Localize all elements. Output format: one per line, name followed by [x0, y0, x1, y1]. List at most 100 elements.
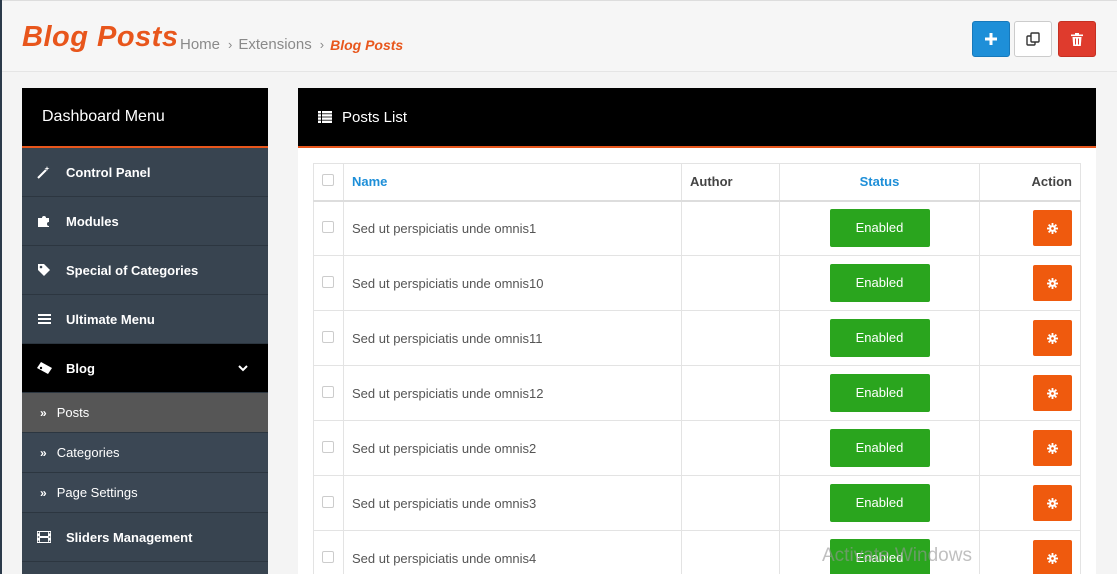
table-row: Sed ut perspiciatis unde omnis1 Enabled [313, 200, 1081, 256]
post-name: Sed ut perspiciatis unde omnis2 [343, 420, 682, 476]
chevron-down-icon[interactable] [238, 360, 248, 375]
trash-icon [1071, 32, 1083, 46]
post-author [681, 475, 780, 531]
sidebar-subitem-posts[interactable]: » Posts [22, 393, 268, 433]
row-checkbox[interactable] [322, 220, 334, 233]
edit-post-button[interactable] [1033, 265, 1072, 301]
table-row: Sed ut perspiciatis unde omnis12 Enabled [313, 365, 1081, 421]
gear-icon [1047, 442, 1058, 454]
windows-activation-watermark: Activate Windows [822, 545, 972, 566]
column-author: Author [681, 163, 780, 202]
delete-button[interactable] [1058, 21, 1096, 57]
column-status[interactable]: Status [779, 163, 980, 202]
sidebar-item-control-panel[interactable]: Control Panel [22, 148, 268, 197]
list-icon [318, 111, 332, 123]
post-name: Sed ut perspiciatis unde omnis11 [343, 310, 682, 366]
gear-icon [1047, 497, 1058, 509]
panel-header: Posts List [298, 88, 1096, 148]
row-checkbox[interactable] [322, 550, 334, 563]
edit-post-button[interactable] [1033, 210, 1072, 247]
page-title: Blog Posts [22, 21, 179, 53]
sidebar-item-label: Blog [66, 360, 95, 376]
row-checkbox[interactable] [322, 275, 334, 288]
status-toggle-button[interactable]: Enabled [829, 209, 930, 248]
column-name[interactable]: Name [343, 163, 682, 202]
film-icon [36, 529, 52, 545]
sidebar-item-label: Special of Categories [66, 262, 199, 278]
row-checkbox[interactable] [322, 385, 334, 398]
sidebar-subitem-page-settings[interactable]: » Page Settings [22, 473, 268, 513]
sidebar-item-blog[interactable]: Blog [22, 344, 268, 393]
row-checkbox[interactable] [322, 330, 334, 343]
edit-post-button[interactable] [1033, 485, 1072, 521]
status-toggle-button[interactable]: Enabled [829, 484, 930, 522]
table-row: Sed ut perspiciatis unde omnis11 Enabled [313, 310, 1081, 366]
sidebar-item-modules[interactable]: Modules [22, 197, 268, 246]
sidebar-item-label: Modules [66, 213, 119, 229]
action-cell [979, 365, 1081, 421]
post-name: Sed ut perspiciatis unde omnis4 [343, 530, 682, 574]
table-row: Sed ut perspiciatis unde omnis10 Enabled [313, 255, 1081, 311]
breadcrumb-separator: › [228, 37, 233, 52]
breadcrumb-current: Blog Posts [330, 36, 404, 53]
post-name: Sed ut perspiciatis unde omnis1 [343, 200, 682, 256]
magic-wand-icon [36, 164, 52, 180]
row-select-cell [313, 255, 344, 311]
status-cell: Enabled [779, 365, 980, 421]
sidebar-subitem-label: Page Settings [56, 485, 138, 500]
ticket-icon [36, 360, 52, 376]
row-checkbox[interactable] [322, 440, 334, 453]
breadcrumb-home[interactable]: Home [180, 36, 220, 53]
sidebar-subitem-label: Posts [56, 405, 90, 420]
sidebar-item-label: Ultimate Menu [66, 311, 155, 327]
table-row: Sed ut perspiciatis unde omnis2 Enabled [313, 420, 1081, 476]
gear-icon [1047, 222, 1058, 234]
gear-icon [1047, 277, 1058, 289]
edit-post-button[interactable] [1033, 430, 1072, 466]
status-cell: Enabled [779, 310, 980, 366]
row-select-cell [313, 365, 344, 421]
row-select-cell [313, 420, 344, 476]
action-cell [979, 475, 1081, 531]
sidebar-subitem-categories[interactable]: » Categories [22, 433, 268, 473]
post-name: Sed ut perspiciatis unde omnis10 [343, 255, 682, 311]
sidebar-item-label: Sliders Management [66, 529, 193, 545]
breadcrumb-extensions[interactable]: Extensions [238, 36, 311, 53]
sidebar-item-special-categories[interactable]: Special of Categories [22, 246, 268, 295]
add-button[interactable] [972, 21, 1010, 57]
edit-post-button[interactable] [1033, 320, 1072, 356]
status-toggle-button[interactable]: Enabled [829, 429, 930, 467]
post-author [681, 255, 780, 311]
copy-icon [1026, 32, 1040, 46]
sidebar-item-ultimate-menu[interactable]: Ultimate Menu [22, 295, 268, 344]
edit-post-button[interactable] [1033, 375, 1072, 411]
select-all-cell [313, 163, 344, 202]
sidebar-item-sliders-management[interactable]: Sliders Management [22, 513, 268, 562]
action-cell [979, 420, 1081, 476]
edit-post-button[interactable] [1033, 540, 1072, 574]
plus-icon [985, 33, 997, 45]
action-cell [979, 255, 1081, 311]
status-toggle-button[interactable]: Enabled [829, 319, 930, 357]
post-author [681, 530, 780, 574]
panel-title: Posts List [342, 108, 408, 126]
sidebar-subitem-label: Categories [56, 445, 120, 460]
status-cell: Enabled [779, 255, 980, 311]
gear-icon [1047, 332, 1058, 344]
column-action: Action [979, 163, 1081, 202]
row-select-cell [313, 200, 344, 256]
post-name: Sed ut perspiciatis unde omnis12 [343, 365, 682, 421]
copy-button[interactable] [1014, 21, 1052, 57]
action-cell [979, 530, 1081, 574]
select-all-checkbox[interactable] [322, 174, 334, 187]
posts-table: Name Author Status Action Sed ut perspic… [313, 163, 1081, 574]
row-select-cell [313, 475, 344, 531]
row-checkbox[interactable] [322, 495, 334, 508]
post-author [681, 365, 780, 421]
post-author [681, 200, 780, 256]
double-chevron-right-icon: » [40, 405, 47, 420]
status-toggle-button[interactable]: Enabled [829, 264, 930, 302]
row-select-cell [313, 530, 344, 574]
table-row: Sed ut perspiciatis unde omnis3 Enabled [313, 475, 1081, 531]
status-toggle-button[interactable]: Enabled [829, 374, 930, 412]
